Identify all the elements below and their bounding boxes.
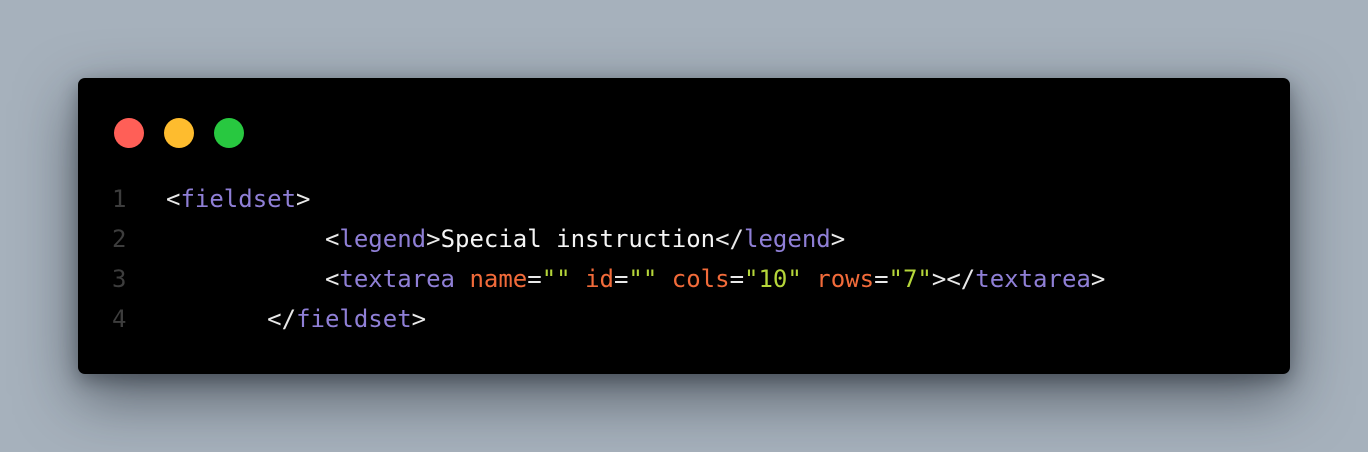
code-punctuation: > bbox=[1090, 265, 1106, 293]
code-tag-name: textarea bbox=[339, 265, 455, 293]
code-window: 1 <fieldset> 2 <legend>Special instruction… bbox=[78, 78, 1290, 374]
code-attribute: name bbox=[469, 265, 528, 293]
code-attribute: cols bbox=[671, 265, 730, 293]
code-line: 1 <fieldset> bbox=[78, 179, 1290, 219]
code-text: Special instruction bbox=[440, 225, 716, 253]
code-punctuation: < bbox=[324, 225, 340, 253]
code-content: </fieldset> bbox=[166, 299, 426, 339]
code-punctuation: < bbox=[324, 265, 340, 293]
code-string: "" bbox=[628, 265, 658, 293]
code-punctuation: </ bbox=[267, 305, 297, 333]
code-tag-name: fieldset bbox=[180, 185, 297, 213]
code-punctuation: > bbox=[296, 185, 311, 213]
code-tag-name: textarea bbox=[975, 265, 1091, 293]
code-attribute: id bbox=[585, 265, 614, 293]
code-punctuation: > bbox=[830, 225, 846, 253]
code-punctuation bbox=[802, 265, 816, 293]
code-line: 3 <textarea name="" id="" cols="10" rows… bbox=[78, 259, 1290, 299]
code-string: "7" bbox=[888, 265, 932, 293]
code-content: <textarea name="" id="" cols="10" rows="… bbox=[166, 259, 1105, 299]
code-tag-name: legend bbox=[339, 225, 427, 253]
code-line: 4 </fieldset> bbox=[78, 299, 1290, 339]
code-content: <fieldset> bbox=[166, 179, 311, 219]
code-line: 2 <legend>Special instruction</legend> bbox=[78, 219, 1290, 259]
line-number: 3 bbox=[112, 265, 127, 293]
code-punctuation: > bbox=[411, 305, 427, 333]
code-string: "" bbox=[541, 265, 571, 293]
line-number: 1 bbox=[112, 185, 127, 213]
code-punctuation: = bbox=[527, 265, 542, 293]
code-punctuation bbox=[571, 265, 585, 293]
code-punctuation: < bbox=[166, 185, 181, 213]
code-content: <legend>Special instruction</legend> bbox=[166, 219, 845, 259]
code-punctuation: = bbox=[613, 265, 629, 293]
line-number: 4 bbox=[112, 305, 127, 333]
code-attribute: rows bbox=[816, 265, 875, 293]
close-dot-icon[interactable] bbox=[114, 118, 144, 148]
code-punctuation: </ bbox=[715, 225, 745, 253]
code-punctuation: = bbox=[874, 265, 889, 293]
code-tag-name: fieldset bbox=[296, 305, 412, 333]
code-block: 1 <fieldset> 2 <legend>Special instruction… bbox=[78, 179, 1290, 339]
code-punctuation: > bbox=[426, 225, 441, 253]
maximize-dot-icon[interactable] bbox=[214, 118, 244, 148]
code-tag-name: legend bbox=[744, 225, 831, 253]
minimize-dot-icon[interactable] bbox=[164, 118, 194, 148]
line-number: 2 bbox=[112, 225, 127, 253]
code-punctuation bbox=[657, 265, 671, 293]
code-punctuation: = bbox=[729, 265, 745, 293]
code-punctuation: ></ bbox=[931, 265, 976, 293]
code-string: "10" bbox=[744, 265, 802, 293]
code-punctuation bbox=[455, 265, 469, 293]
